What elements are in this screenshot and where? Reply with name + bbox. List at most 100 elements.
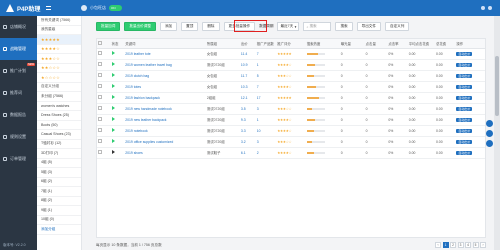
group-item[interactable]: 8组 (2): [37, 197, 81, 206]
auto-bid-button[interactable]: 自动出价: [456, 51, 473, 56]
menu-toggle-icon[interactable]: [46, 6, 52, 10]
product-count[interactable]: 7: [255, 81, 277, 93]
status-cell[interactable]: [110, 103, 125, 115]
row-checkbox[interactable]: [97, 147, 111, 159]
sidebar-item-3[interactable]: 推荐词: [0, 82, 37, 104]
chat-icon[interactable]: [486, 120, 493, 127]
delete-button[interactable]: 删除: [202, 22, 220, 31]
auto-bid-button[interactable]: 自动出价: [456, 106, 473, 111]
bid-cell[interactable]: 10.3: [239, 81, 256, 93]
group-item[interactable]: 10组 (0): [37, 216, 81, 225]
checkbox-icon[interactable]: [98, 106, 102, 110]
product-count[interactable]: 1: [255, 59, 277, 71]
user-avatar[interactable]: [488, 6, 492, 10]
product-count[interactable]: 3: [255, 103, 277, 115]
sidebar-item-4[interactable]: 数据报告: [0, 104, 37, 126]
row-checkbox[interactable]: [97, 81, 111, 93]
checkbox-icon[interactable]: [98, 128, 102, 132]
status-cell[interactable]: [110, 70, 125, 82]
keyword-link[interactable]: 2019 new leather backpack: [124, 114, 206, 126]
export-button[interactable]: 导出文件: [356, 22, 381, 31]
custom-columns-button[interactable]: 自定义列: [385, 22, 410, 31]
play-icon[interactable]: [111, 73, 115, 77]
keyword-link[interactable]: 2019 office supplies customized: [124, 136, 206, 148]
auto-bid-button[interactable]: 自动出价: [456, 73, 473, 78]
page-button[interactable]: 1: [442, 242, 449, 248]
pause-icon[interactable]: [111, 150, 115, 154]
bid-cell[interactable]: 3.3: [239, 125, 256, 137]
keyword-link[interactable]: 2019 fashion backpack: [124, 92, 206, 104]
play-icon[interactable]: [111, 117, 115, 121]
auto-bid-button[interactable]: 自动出价: [456, 95, 473, 100]
checkbox-icon[interactable]: [98, 84, 102, 88]
checkbox-icon[interactable]: [98, 62, 102, 66]
product-count[interactable]: 2: [255, 147, 277, 159]
status-cell[interactable]: [110, 114, 125, 126]
bid-cell[interactable]: 3.5: [239, 103, 256, 115]
shop-switcher[interactable]: 小包旺店 ON: [81, 5, 122, 11]
batch-add-button[interactable]: 批量加词: [96, 22, 121, 31]
back-to-top-icon[interactable]: [486, 140, 493, 147]
auto-bid-button[interactable]: 自动出价: [456, 128, 473, 133]
bid-cell[interactable]: 9.3: [239, 114, 256, 126]
keyword-link[interactable]: 2019 totes: [124, 81, 206, 93]
checkbox-icon[interactable]: [98, 150, 102, 154]
group-item[interactable]: Boots (50): [37, 121, 81, 130]
search-button[interactable]: 搜索: [335, 22, 353, 31]
star-filter-2[interactable]: ★★☆☆☆: [37, 64, 81, 73]
product-count[interactable]: 5: [255, 70, 277, 82]
bid-cell[interactable]: 11.4: [239, 48, 256, 60]
row-checkbox[interactable]: [97, 114, 111, 126]
star-filter-1[interactable]: ★☆☆☆☆: [37, 73, 81, 83]
sidebar-item-2[interactable]: 推广计划 NEW: [0, 60, 37, 82]
keyword-link[interactable]: 2019 leather tote: [124, 48, 206, 60]
sidebar-item-5[interactable]: 规则设置: [0, 126, 37, 148]
status-cell[interactable]: [110, 136, 125, 148]
period-select[interactable]: 最近7天 ▾: [277, 22, 300, 31]
row-checkbox[interactable]: [97, 136, 111, 148]
play-icon[interactable]: [111, 62, 115, 66]
notification-icon[interactable]: [481, 6, 485, 10]
auto-bid-button[interactable]: 自动出价: [456, 139, 473, 144]
bid-cell[interactable]: 3.2: [239, 136, 256, 148]
status-cell[interactable]: [110, 125, 125, 137]
product-count[interactable]: 7: [255, 48, 277, 60]
group-item[interactable]: 3D打印 (7): [37, 149, 81, 159]
add-group-link[interactable]: 添加分组: [37, 225, 81, 235]
row-checkbox[interactable]: [97, 103, 111, 115]
group-item[interactable]: 9组 (1): [37, 206, 81, 216]
page-button[interactable]: 5: [472, 242, 479, 248]
checkbox-icon[interactable]: [98, 73, 102, 77]
checkbox-icon[interactable]: [98, 51, 102, 55]
star-filter-4[interactable]: ★★★★☆: [37, 45, 81, 54]
shop-toggle[interactable]: ON: [109, 5, 122, 11]
keyword-link[interactable]: 2019 new handmade notebook: [124, 103, 206, 115]
tag-button[interactable]: 添加: [159, 22, 178, 31]
auto-bid-button[interactable]: 自动出价: [456, 84, 473, 89]
bid-cell[interactable]: 10.9: [239, 59, 256, 71]
status-cell[interactable]: [110, 59, 125, 71]
keyword-link[interactable]: 2019 notebook: [124, 125, 206, 137]
play-icon[interactable]: [111, 128, 115, 132]
checkbox-icon[interactable]: [98, 40, 102, 45]
product-count[interactable]: 10: [255, 125, 277, 137]
keyword-link[interactable]: 2019 clutch bag: [124, 70, 206, 82]
product-count[interactable]: 17: [255, 92, 277, 104]
bid-cell[interactable]: 6.1: [239, 147, 256, 159]
group-item[interactable]: T恤衬衫 (12): [37, 140, 81, 149]
status-cell[interactable]: [110, 92, 125, 104]
play-icon[interactable]: [111, 95, 115, 99]
group-item[interactable]: 6组 (2): [37, 178, 81, 187]
group-item[interactable]: 5组 (3): [37, 168, 81, 178]
group-item[interactable]: Casual Shoes (23): [37, 130, 81, 140]
all-keywords[interactable]: 所有关键词 (7566): [37, 16, 81, 26]
search-input[interactable]: ⌕ 搜索: [303, 22, 332, 31]
group-item[interactable]: women's watches: [37, 102, 81, 111]
bid-cell[interactable]: 12.1: [239, 92, 256, 104]
auto-bid-button[interactable]: 自动出价: [456, 150, 473, 155]
status-cell[interactable]: [110, 48, 125, 60]
product-count[interactable]: 3: [255, 136, 277, 148]
help-icon[interactable]: [486, 130, 493, 137]
scrollbar[interactable]: [494, 16, 500, 250]
pin-button[interactable]: 置顶: [181, 22, 199, 31]
